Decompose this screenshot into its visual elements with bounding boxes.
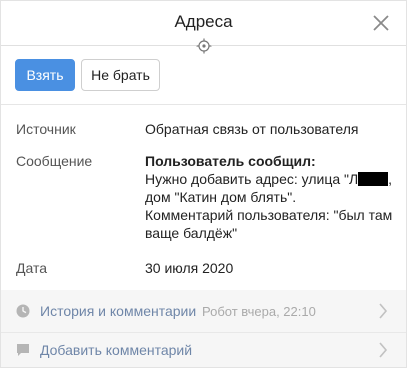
target-icon[interactable] — [195, 38, 212, 54]
message-line1-suffix: , — [388, 171, 393, 187]
clock-icon — [16, 304, 30, 318]
panel-title: Адреса — [174, 12, 233, 31]
address-panel: Адреса Взять Не брать Источник Обратная … — [0, 0, 407, 368]
close-icon[interactable] — [372, 14, 390, 32]
history-label[interactable]: История и комментарии — [40, 303, 196, 319]
redacted-block — [358, 172, 389, 186]
source-label: Источник — [16, 121, 76, 137]
add-comment-row[interactable]: Добавить комментарий — [1, 333, 406, 367]
take-button[interactable]: Взять — [15, 59, 75, 91]
message-label: Сообщение — [16, 153, 93, 169]
message-title: Пользователь сообщил: — [145, 153, 316, 169]
date-label: Дата — [16, 260, 48, 276]
chevron-right-icon — [379, 303, 388, 319]
comment-icon — [17, 344, 29, 356]
chevron-right-icon — [379, 342, 388, 358]
panel-header: Адреса — [1, 1, 406, 54]
add-comment-label[interactable]: Добавить комментарий — [40, 342, 192, 358]
history-meta: Робот вчера, 22:10 — [202, 303, 316, 319]
message-line: ваще балдёж" — [145, 225, 238, 241]
skip-button[interactable]: Не брать — [81, 59, 160, 91]
message-value: Пользователь сообщил: Нужно добавить адр… — [145, 152, 392, 242]
message-line1-prefix: Нужно добавить адрес: улица "Л — [145, 171, 359, 187]
action-toolbar: Взять Не брать — [15, 59, 160, 91]
date-value: 30 июля 2020 — [145, 260, 234, 276]
divider — [1, 104, 406, 105]
source-value: Обратная связь от пользователя — [145, 121, 359, 137]
message-line: Комментарий пользователя: "был там — [145, 207, 393, 223]
message-line: Нужно добавить адрес: улица "Л, — [145, 170, 392, 188]
message-line: дом "Катин дом блять". — [145, 189, 297, 205]
history-row[interactable]: История и комментарии Робот вчера, 22:10 — [1, 290, 406, 332]
